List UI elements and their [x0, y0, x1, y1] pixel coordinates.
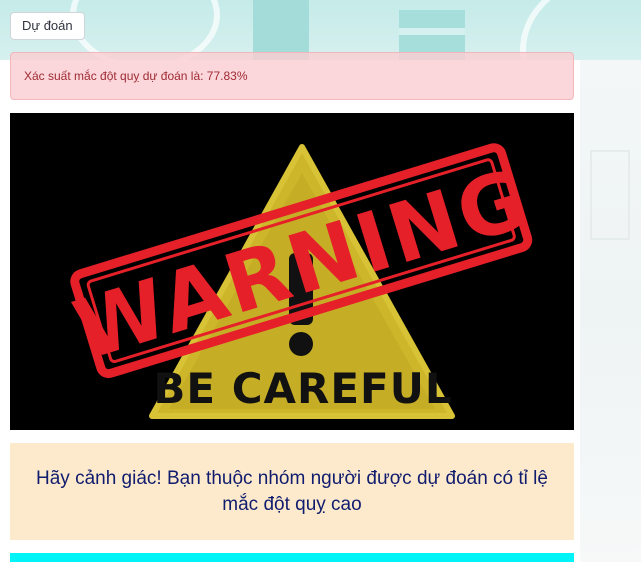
accent-bar	[10, 553, 574, 562]
side-background	[580, 60, 641, 562]
be-careful-text: BE CAREFUL	[153, 364, 452, 413]
side-decor-shape	[590, 150, 630, 240]
prediction-result-alert: Xác suất mắc đột quỵ dự đoán là: 77.83%	[10, 52, 574, 100]
warning-image: BE CAREFUL WARNING	[10, 113, 574, 430]
stroke-risk-notice-text: Hãy cảnh giác! Bạn thuộc nhóm người được…	[36, 467, 548, 515]
stroke-risk-notice: Hãy cảnh giác! Bạn thuộc nhóm người được…	[10, 443, 574, 540]
predict-button[interactable]: Dự đoán	[10, 12, 85, 40]
main-content: Dự đoán Xác suất mắc đột quỵ dự đoán là:…	[10, 12, 574, 562]
warning-illustration: BE CAREFUL WARNING	[64, 143, 541, 419]
prediction-result-text: Xác suất mắc đột quỵ dự đoán là: 77.83%	[24, 69, 248, 83]
